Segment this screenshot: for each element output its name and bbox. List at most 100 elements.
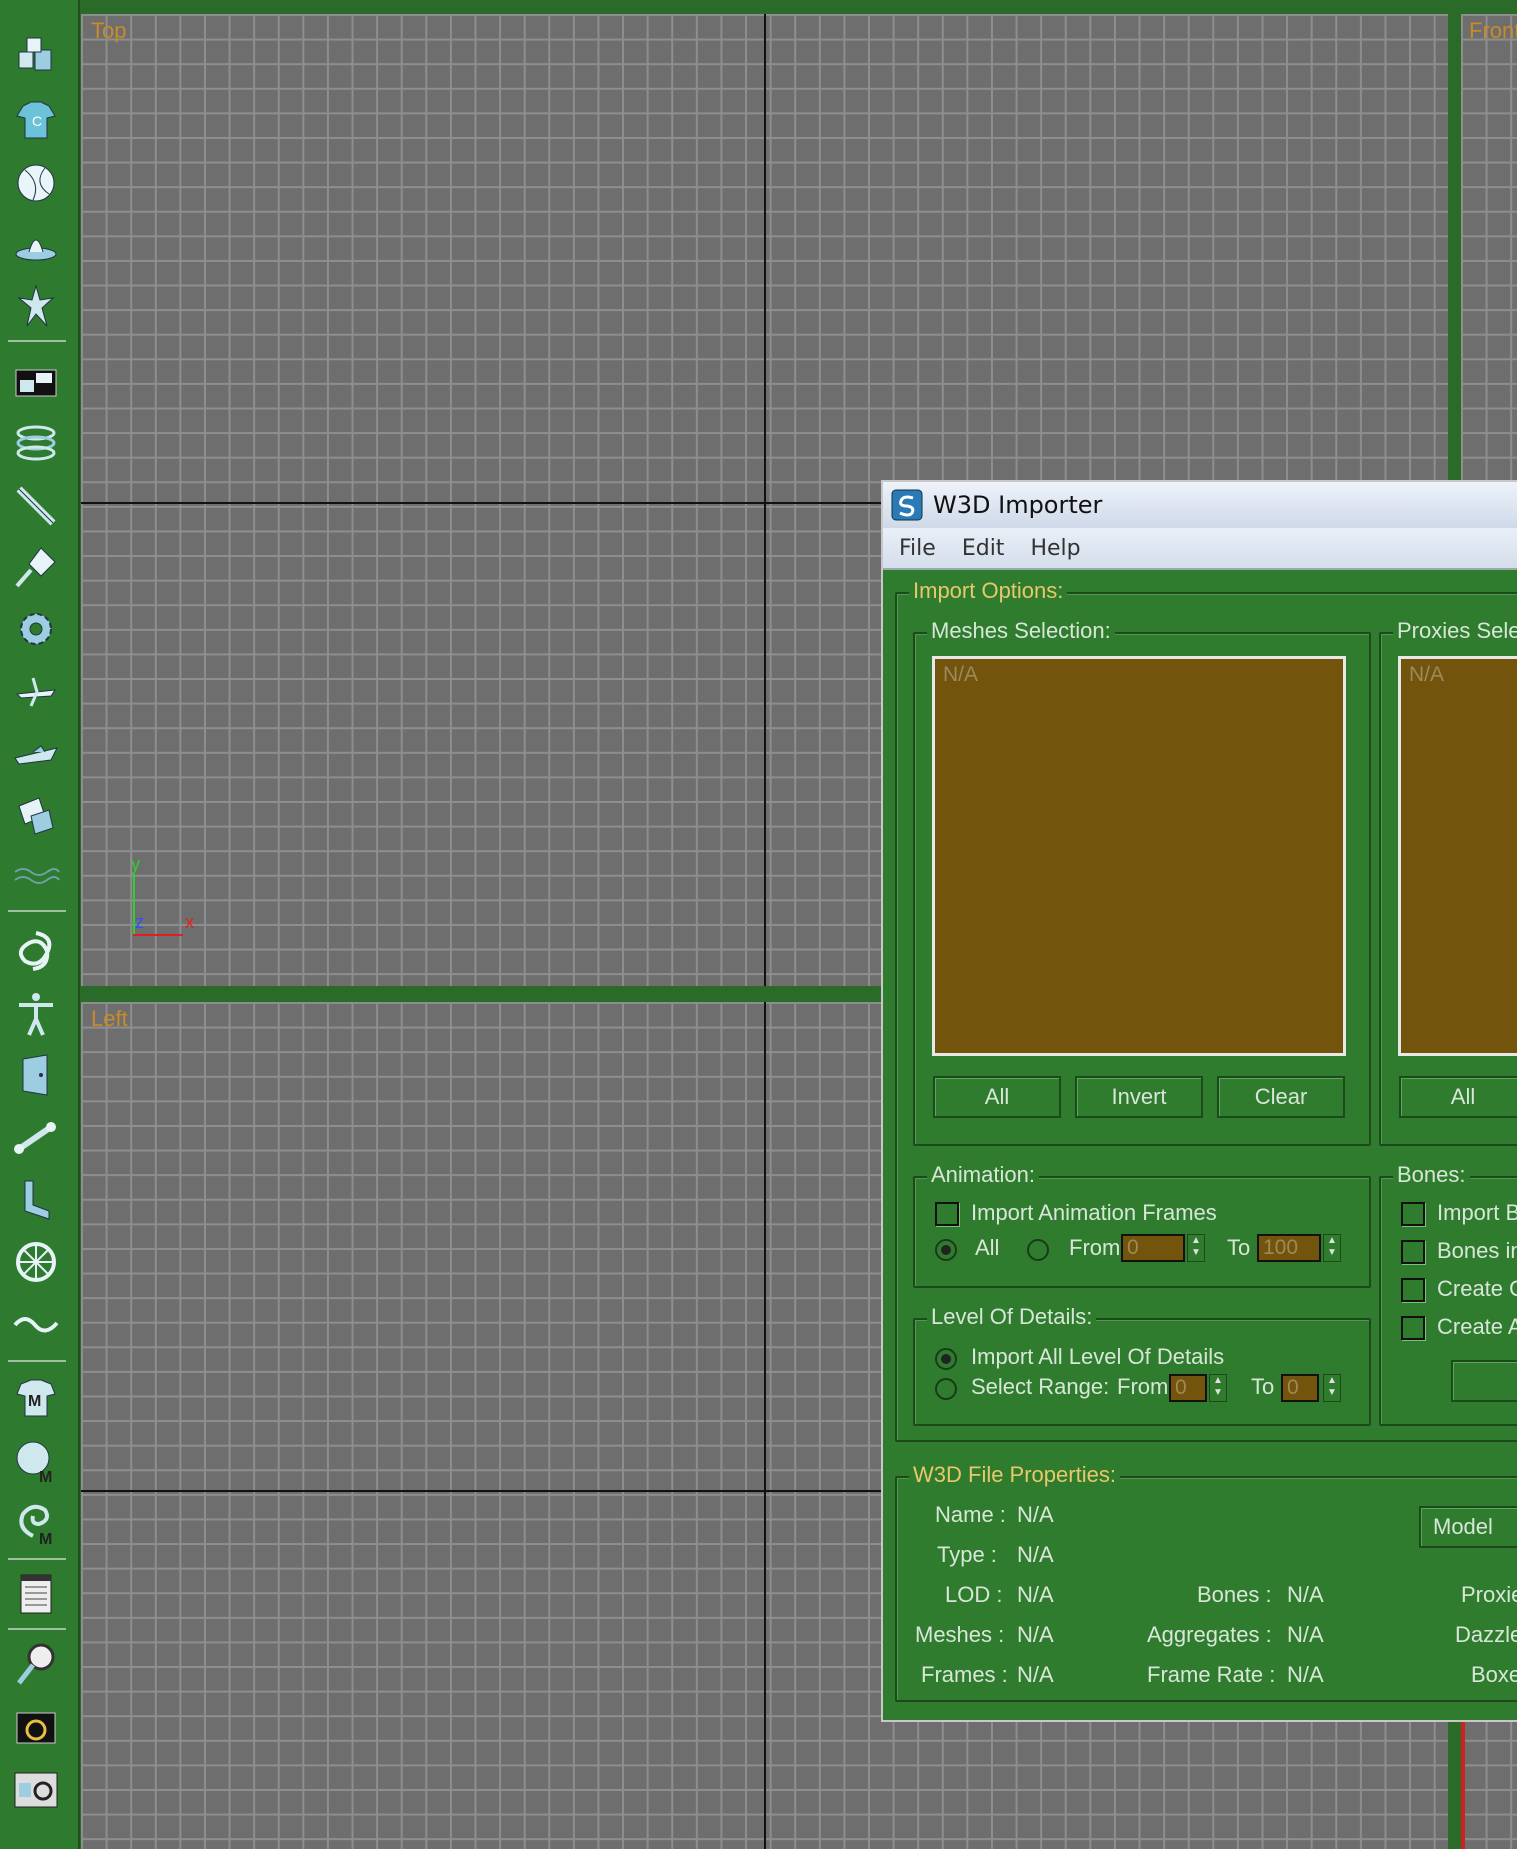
gear-icon[interactable] xyxy=(8,603,64,655)
list-icon[interactable] xyxy=(8,1568,64,1620)
prop-frame-rate-label: Frame Rate : xyxy=(1147,1662,1276,1687)
animation-from-spinner[interactable]: ▲ ▼ xyxy=(1187,1234,1205,1262)
import-animation-frames-label: Import Animation Frames xyxy=(971,1200,1217,1225)
file-properties-title: W3D File Properties: xyxy=(909,1462,1120,1488)
compass-icon[interactable] xyxy=(8,541,64,593)
prop-bones-label: Bones : xyxy=(1197,1582,1272,1607)
bones-title: Bones: xyxy=(1393,1162,1470,1188)
lod-select-range-radio[interactable] xyxy=(935,1378,957,1400)
bones-import-checkbox[interactable] xyxy=(1401,1202,1425,1226)
dialog-menubar: File Edit Help xyxy=(883,528,1517,570)
prop-bones-value: N/A xyxy=(1287,1582,1324,1607)
bones-create-o-checkbox[interactable] xyxy=(1401,1278,1425,1302)
app-icon xyxy=(891,489,923,521)
ship-icon[interactable] xyxy=(8,727,64,779)
viewport-label-front: Front xyxy=(1469,18,1517,43)
material-shirt-icon[interactable]: M xyxy=(8,1373,64,1425)
prop-frames-value: N/A xyxy=(1017,1662,1054,1687)
lod-to-spinner[interactable]: ▲ ▼ xyxy=(1323,1374,1341,1402)
import-animation-frames-checkbox[interactable] xyxy=(935,1202,959,1226)
proxies-all-button[interactable]: All xyxy=(1399,1076,1517,1118)
prop-aggregates-label: Aggregates : xyxy=(1147,1622,1272,1647)
render-icon[interactable] xyxy=(8,1764,64,1816)
shirt-icon[interactable]: C xyxy=(8,95,64,147)
animation-from-radio[interactable] xyxy=(1027,1239,1049,1261)
biped-icon[interactable] xyxy=(8,988,64,1040)
prop-lod-label: LOD : xyxy=(945,1582,1003,1607)
panel-icon[interactable] xyxy=(8,357,64,409)
svg-text:M: M xyxy=(39,1531,52,1548)
proxies-list-placeholder: N/A xyxy=(1409,663,1445,686)
meshes-selection-title: Meshes Selection: xyxy=(927,618,1115,644)
animation-group: Animation: xyxy=(913,1162,1371,1288)
lod-to-input[interactable]: 0 xyxy=(1281,1374,1319,1402)
wand-icon[interactable] xyxy=(8,480,64,532)
prop-boxes-label: Boxe xyxy=(1471,1662,1517,1687)
prop-type-label: Type : xyxy=(937,1542,997,1567)
animation-to-label: To xyxy=(1227,1235,1251,1260)
prop-meshes-label: Meshes : xyxy=(915,1622,1005,1647)
material-sphere-icon[interactable]: M xyxy=(8,1435,64,1487)
menu-help[interactable]: Help xyxy=(1030,536,1080,561)
meshes-clear-button[interactable]: Clear xyxy=(1217,1076,1345,1118)
bones-action-button[interactable] xyxy=(1451,1360,1517,1402)
curve-icon[interactable] xyxy=(8,1298,64,1350)
zoom-icon[interactable] xyxy=(8,1640,64,1692)
lod-select-range-label: Select Range: xyxy=(971,1374,1110,1399)
prop-dazzle-label: Dazzle xyxy=(1455,1622,1517,1647)
sphere-icon[interactable] xyxy=(8,157,64,209)
teapot-icon[interactable] xyxy=(8,219,64,271)
boxes-icon[interactable] xyxy=(8,31,64,83)
bone-icon[interactable] xyxy=(8,1112,64,1164)
door-icon[interactable] xyxy=(8,1050,64,1102)
bones-import-label: Import Bo xyxy=(1437,1200,1517,1225)
material-swirl-icon[interactable]: M xyxy=(8,1497,64,1549)
chair-icon[interactable] xyxy=(8,1174,64,1226)
lod-to-label: To xyxy=(1251,1374,1275,1399)
lod-title: Level Of Details: xyxy=(927,1304,1097,1330)
plane-icon[interactable] xyxy=(8,665,64,717)
bones-in-label: Bones in xyxy=(1437,1238,1517,1263)
axis-tripod: y z x xyxy=(131,854,203,944)
wave-icon[interactable] xyxy=(8,851,64,903)
bones-create-a-label: Create A xyxy=(1437,1314,1517,1339)
animation-from-input[interactable]: 0 xyxy=(1121,1234,1185,1262)
camera-icon[interactable] xyxy=(8,1702,64,1754)
dialog-titlebar[interactable]: W3D Importer xyxy=(883,482,1517,528)
coil-icon[interactable] xyxy=(8,418,64,470)
prop-aggregates-value: N/A xyxy=(1287,1622,1324,1647)
command-toolbar: C M M M xyxy=(0,0,80,1849)
dialog-title: W3D Importer xyxy=(933,491,1103,519)
menu-file[interactable]: File xyxy=(899,536,936,561)
wheel-icon[interactable] xyxy=(8,1236,64,1288)
proxies-list[interactable]: N/A xyxy=(1398,656,1517,1056)
knot-icon[interactable] xyxy=(8,926,64,978)
meshes-list-placeholder: N/A xyxy=(943,663,979,686)
import-options-title: Import Options: xyxy=(909,578,1068,604)
menu-edit[interactable]: Edit xyxy=(962,536,1005,561)
bones-create-a-checkbox[interactable] xyxy=(1401,1316,1425,1340)
bones-in-checkbox[interactable] xyxy=(1401,1240,1425,1264)
lod-from-input[interactable]: 0 xyxy=(1169,1374,1207,1402)
svg-text:C: C xyxy=(32,113,42,129)
prop-frame-rate-value: N/A xyxy=(1287,1662,1324,1687)
lod-import-all-radio[interactable] xyxy=(935,1348,957,1370)
svg-text:M: M xyxy=(28,1393,41,1410)
meshes-all-button[interactable]: All xyxy=(933,1076,1061,1118)
lod-from-label: From xyxy=(1117,1374,1169,1399)
axis-y-label: y xyxy=(131,854,140,874)
model-button[interactable]: Model xyxy=(1419,1506,1517,1548)
animation-all-radio[interactable] xyxy=(935,1239,957,1261)
prop-name-label: Name : xyxy=(935,1502,1006,1527)
svg-text:M: M xyxy=(39,1469,52,1486)
viewport-label-top: Top xyxy=(91,18,127,43)
lod-from-spinner[interactable]: ▲ ▼ xyxy=(1209,1374,1227,1402)
figure-icon[interactable] xyxy=(8,281,64,333)
animation-title: Animation: xyxy=(927,1162,1039,1188)
meshes-list[interactable]: N/A xyxy=(932,656,1346,1056)
stack-icon[interactable] xyxy=(8,789,64,841)
animation-to-input[interactable]: 100 xyxy=(1257,1234,1321,1262)
meshes-invert-button[interactable]: Invert xyxy=(1075,1076,1203,1118)
animation-to-spinner[interactable]: ▲ ▼ xyxy=(1323,1234,1341,1262)
viewport-label-left: Left xyxy=(91,1006,128,1031)
